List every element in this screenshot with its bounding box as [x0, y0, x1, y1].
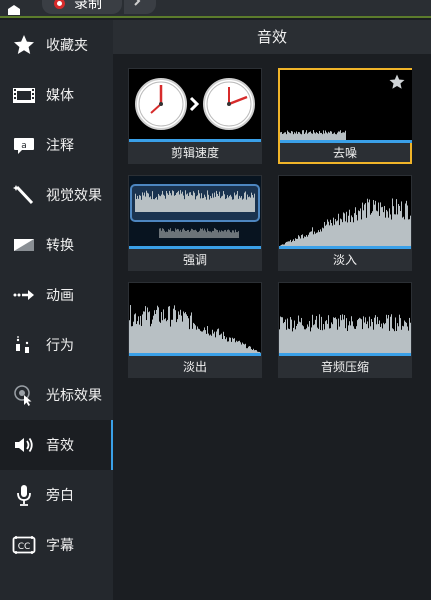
tile-accent-bar: [279, 246, 411, 249]
tile-label: 剪辑速度: [170, 146, 219, 160]
sidebar-item-label: 注释: [46, 138, 74, 154]
audio-compression-thumbnail: [279, 283, 411, 353]
effect-tile-fade-in[interactable]: 淡入: [278, 175, 412, 271]
speaker-icon: [12, 434, 36, 456]
annotation-icon: a: [12, 134, 36, 156]
effect-tile-clip-speed[interactable]: 剪辑速度: [128, 68, 262, 164]
transition-icon: [12, 234, 36, 256]
tile-label: 音频压缩: [320, 360, 369, 374]
effect-tile-audio-compression[interactable]: 音频压缩: [278, 282, 412, 378]
sidebar-item-label: 视觉效果: [46, 188, 102, 204]
effect-tile-fade-out[interactable]: 淡出: [128, 282, 262, 378]
tile-label: 去噪: [332, 146, 357, 160]
effect-tile-noise-removal[interactable]: 去噪: [278, 68, 412, 164]
sidebar-item-label: 转换: [46, 238, 74, 254]
sidebar-item-label: 旁白: [46, 488, 74, 504]
fade-in-thumbnail: [279, 176, 411, 246]
film-icon: [12, 84, 36, 106]
sidebar-item-label: 音效: [46, 438, 74, 454]
tile-label: 淡出: [182, 360, 207, 374]
sidebar-item-label: 媒体: [46, 88, 74, 104]
sidebar-item-label: 字幕: [46, 538, 74, 554]
record-icon: [54, 0, 65, 9]
sidebar-item-visual-effects[interactable]: 视觉效果: [0, 170, 113, 220]
sidebar: 收藏夹 媒体 a 注释 视觉效果 转换 动画 行为 光标效果 音效 旁白 CC …: [0, 20, 113, 600]
sidebar-item-captions[interactable]: CC 字幕: [0, 520, 113, 570]
tile-label: 强调: [182, 253, 207, 267]
record-button[interactable]: 录制: [42, 0, 122, 14]
effect-tile-emphasize[interactable]: 强调: [128, 175, 262, 271]
sidebar-item-audio-effects[interactable]: 音效: [0, 420, 113, 470]
audio-effects-panel: 音效 剪辑速度 去噪 强调 淡入 淡出 音频压缩: [113, 20, 431, 600]
sidebar-item-label: 光标效果: [46, 388, 102, 404]
captions-icon: CC: [12, 534, 36, 556]
star-icon: [12, 34, 36, 56]
svg-text:a: a: [21, 141, 27, 151]
favorite-star-icon[interactable]: [388, 73, 406, 91]
record-label: 录制: [74, 0, 102, 12]
sidebar-item-media[interactable]: 媒体: [0, 70, 113, 120]
tile-accent-bar: [129, 353, 261, 356]
tile-label: 淡入: [332, 253, 357, 267]
microphone-icon: [12, 484, 36, 506]
panel-title: 音效: [113, 20, 431, 54]
top-toolbar: 录制: [0, 0, 431, 18]
clip-speed-thumbnail: [129, 69, 261, 139]
magic-wand-icon: [12, 184, 36, 206]
sidebar-item-label: 收藏夹: [46, 38, 88, 54]
tile-accent-bar: [279, 353, 411, 356]
behavior-icon: [12, 334, 36, 356]
home-icon[interactable]: [6, 0, 22, 15]
sidebar-item-favorites[interactable]: 收藏夹: [0, 20, 113, 70]
sidebar-item-label: 行为: [46, 338, 74, 354]
fade-out-thumbnail: [129, 283, 261, 353]
sidebar-item-voice-narration[interactable]: 旁白: [0, 470, 113, 520]
animation-arrow-icon: [12, 284, 36, 306]
sidebar-item-annotations[interactable]: a 注释: [0, 120, 113, 170]
sidebar-item-label: 动画: [46, 288, 74, 304]
tile-accent-bar: [129, 246, 261, 249]
emphasize-thumbnail: [129, 176, 261, 246]
record-dropdown-button[interactable]: [124, 0, 156, 14]
sidebar-item-cursor-effects[interactable]: 光标效果: [0, 370, 113, 420]
sidebar-item-behaviors[interactable]: 行为: [0, 320, 113, 370]
tile-accent-bar: [129, 139, 261, 142]
svg-text:CC: CC: [18, 542, 31, 552]
cursor-icon: [12, 384, 36, 406]
sidebar-item-transitions[interactable]: 转换: [0, 220, 113, 270]
sidebar-item-animations[interactable]: 动画: [0, 270, 113, 320]
